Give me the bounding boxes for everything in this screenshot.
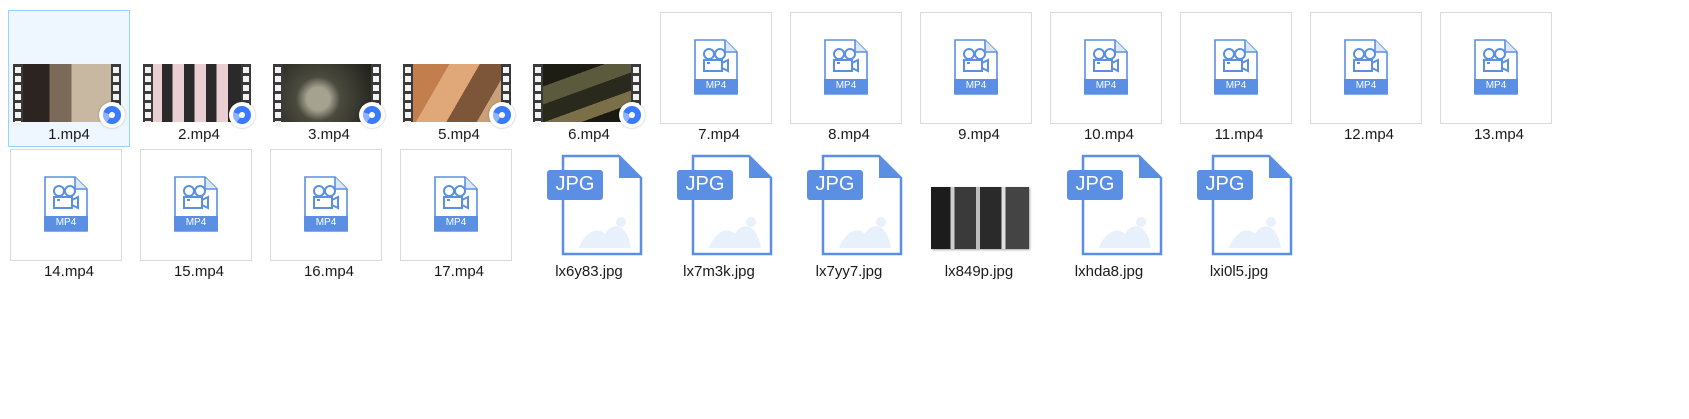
file-name-label: 2.mp4 [178,126,220,143]
mp4-icon-text: MP4 [1225,80,1247,91]
image-file-icon: JPG [1195,152,1295,258]
video-thumbnail [273,64,385,128]
video-file-tile: MP4 [140,149,252,261]
player-badge-icon [99,102,125,128]
video-file-icon: MP4 [173,176,219,232]
video-file-icon: MP4 [823,39,869,95]
player-badge-icon [489,102,515,128]
file-name-label: lx6y83.jpg [555,263,623,280]
file-name-label: 12.mp4 [1343,126,1395,143]
video-file-tile: MP4 [1180,12,1292,124]
file-item[interactable]: MP4 12.mp4 [1308,10,1430,147]
file-item[interactable]: MP4 7.mp4 [658,10,780,147]
video-file-icon: MP4 [1213,39,1259,95]
video-file-tile: MP4 [10,149,122,261]
file-item[interactable]: MP4 8.mp4 [788,10,910,147]
file-item[interactable]: 1.mp4 [8,10,130,147]
jpg-icon-text: JPG [1205,173,1245,195]
video-file-icon: MP4 [953,39,999,95]
video-file-tile: MP4 [400,149,512,261]
mp4-icon-text: MP4 [705,80,727,91]
file-name-label: 7.mp4 [698,126,740,143]
mp4-icon-text: MP4 [185,217,207,228]
video-file-tile: MP4 [270,149,382,261]
file-name-label: lxhda8.jpg [1074,263,1144,280]
mp4-icon-text: MP4 [315,217,337,228]
file-name-label: 17.mp4 [433,263,485,280]
video-thumbnail [403,64,515,128]
image-file-icon: JPG [545,152,645,258]
player-badge-icon [359,102,385,128]
jpg-icon-text: JPG [1075,173,1115,195]
video-thumbnail [13,64,125,128]
file-name-label: 14.mp4 [43,263,95,280]
file-item[interactable]: MP4 17.mp4 [398,147,520,284]
file-item[interactable]: 3.mp4 [268,10,390,147]
jpg-icon-text: JPG [685,173,725,195]
file-grid: 1.mp4 2.mp4 3.mp4 5.mp4 6.mp4 MP4 7.mp4 … [0,0,1689,419]
file-item[interactable]: 6.mp4 [528,10,650,147]
mp4-icon-text: MP4 [965,80,987,91]
file-name-label: 15.mp4 [173,263,225,280]
file-name-label: 13.mp4 [1473,126,1525,143]
file-item[interactable]: MP4 11.mp4 [1178,10,1300,147]
file-name-label: 11.mp4 [1214,126,1264,143]
video-file-tile: MP4 [790,12,902,124]
mp4-icon-text: MP4 [1095,80,1117,91]
file-name-label: lxi0l5.jpg [1209,263,1269,280]
image-file-icon: JPG [675,152,775,258]
video-file-icon: MP4 [43,176,89,232]
file-name-label: 10.mp4 [1083,126,1135,143]
mp4-icon-text: MP4 [445,217,467,228]
file-item[interactable]: JPG lx7yy7.jpg [788,147,910,284]
video-file-icon: MP4 [433,176,479,232]
file-item[interactable]: JPG lxi0l5.jpg [1178,147,1300,284]
file-item[interactable]: MP4 15.mp4 [138,147,260,284]
file-name-label: 6.mp4 [568,126,610,143]
video-thumbnail [533,64,645,128]
video-file-tile: MP4 [1310,12,1422,124]
file-item[interactable]: JPG lx6y83.jpg [528,147,650,284]
file-item[interactable]: JPG lxhda8.jpg [1048,147,1170,284]
video-file-icon: MP4 [1473,39,1519,95]
file-item[interactable]: MP4 10.mp4 [1048,10,1170,147]
video-file-icon: MP4 [693,39,739,95]
mp4-icon-text: MP4 [1355,80,1377,91]
video-thumbnail [143,64,255,128]
video-file-tile: MP4 [1440,12,1552,124]
file-item[interactable]: 5.mp4 [398,10,520,147]
file-name-label: lx849p.jpg [944,263,1014,280]
video-file-tile: MP4 [920,12,1032,124]
jpg-icon-text: JPG [555,173,595,195]
mp4-icon-text: MP4 [1485,80,1507,91]
video-file-icon: MP4 [1083,39,1129,95]
player-badge-icon [229,102,255,128]
file-name-label: 1.mp4 [48,126,90,143]
file-item[interactable]: MP4 16.mp4 [268,147,390,284]
file-item[interactable]: MP4 13.mp4 [1438,10,1560,147]
mp4-icon-text: MP4 [835,80,857,91]
player-badge-icon [619,102,645,128]
jpg-icon-text: JPG [815,173,855,195]
file-name-label: 16.mp4 [303,263,355,280]
video-file-icon: MP4 [303,176,349,232]
image-file-icon: JPG [1065,152,1165,258]
file-item[interactable]: 2.mp4 [138,10,260,147]
file-name-label: 5.mp4 [438,126,480,143]
file-item[interactable]: lx849p.jpg [918,147,1040,284]
video-file-tile: MP4 [1050,12,1162,124]
file-item[interactable]: JPG lx7m3k.jpg [658,147,780,284]
file-name-label: lx7m3k.jpg [683,263,755,280]
file-name-label: lx7yy7.jpg [815,263,883,280]
mp4-icon-text: MP4 [55,217,77,228]
file-name-label: 9.mp4 [958,126,1000,143]
image-thumbnail [931,187,1029,249]
image-file-icon: JPG [805,152,905,258]
file-item[interactable]: MP4 14.mp4 [8,147,130,284]
video-file-icon: MP4 [1343,39,1389,95]
file-name-label: 3.mp4 [308,126,350,143]
video-file-tile: MP4 [660,12,772,124]
file-name-label: 8.mp4 [828,126,870,143]
file-item[interactable]: MP4 9.mp4 [918,10,1040,147]
